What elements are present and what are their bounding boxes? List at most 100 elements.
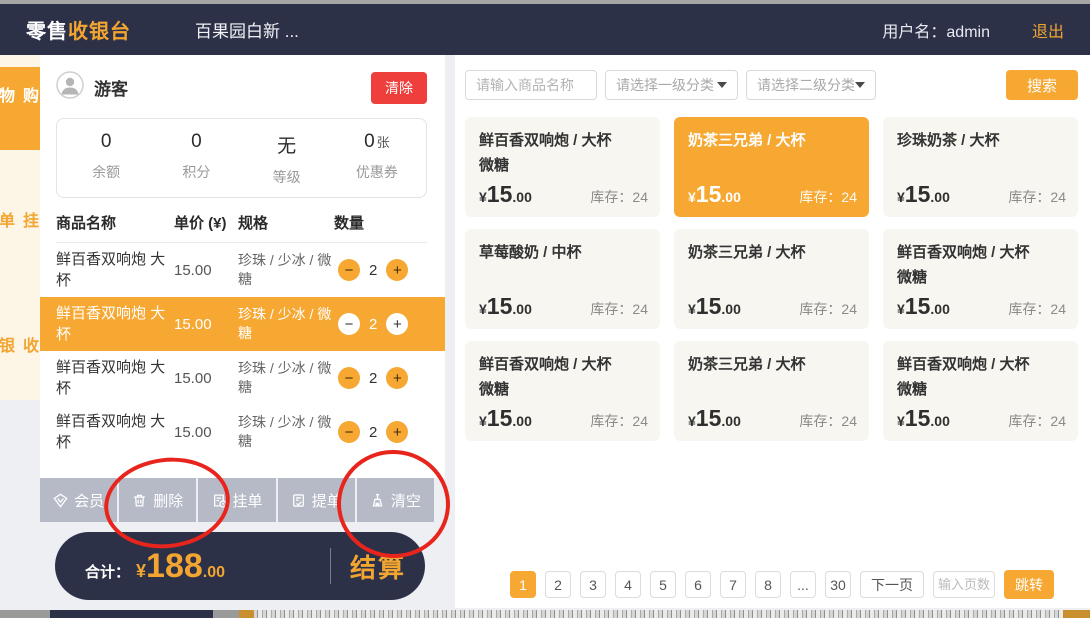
col-quantity: 数量 bbox=[334, 212, 427, 233]
category1-select[interactable]: 请选择一级分类 bbox=[605, 70, 738, 100]
stock-info: 库存：24 bbox=[799, 299, 857, 319]
page-button-2[interactable]: 2 bbox=[545, 571, 571, 598]
username: 用户名：admin bbox=[882, 18, 990, 42]
page-button-6[interactable]: 6 bbox=[685, 571, 711, 598]
stat-balance-label: 余额 bbox=[61, 162, 151, 182]
empty-cart-button[interactable]: 清空 bbox=[357, 478, 434, 522]
cart-row[interactable]: 鲜百香双响炮 大杯 15.00 珍珠 / 少冰 / 微糖 − 2 + bbox=[56, 405, 427, 459]
product-card[interactable]: 鲜百香双响炮 / 大杯 微糖 ¥15.00 库存：24 bbox=[883, 229, 1078, 329]
page-button-30[interactable]: 30 bbox=[825, 571, 851, 598]
cart-item-spec: 珍珠 / 少冰 / 微糖 bbox=[238, 413, 334, 451]
plus-icon[interactable]: + bbox=[386, 421, 408, 443]
page-number-input[interactable] bbox=[933, 571, 995, 598]
sidebar-tab-shopping[interactable]: 购物区 bbox=[0, 67, 40, 150]
minus-icon[interactable]: − bbox=[338, 421, 360, 443]
product-card[interactable]: 草莓酸奶 / 中杯 ¥15.00 库存：24 bbox=[465, 229, 660, 329]
total-decimal: .00 bbox=[203, 564, 225, 582]
product-title: 草莓酸奶 / 中杯 bbox=[479, 241, 646, 266]
product-title-line2: 微糖 bbox=[479, 154, 646, 179]
quantity-stepper: − 2 + bbox=[334, 421, 427, 443]
cart-panel: 游客 清除 0 余额 0 积分 无 等级 0张 优惠券 bbox=[40, 55, 445, 478]
product-title: 珍珠奶茶 / 大杯 bbox=[897, 129, 1064, 154]
hold-order-button[interactable]: 挂单 bbox=[198, 478, 275, 522]
currency-symbol: ¥ bbox=[136, 561, 146, 582]
col-unit-price: 单价 (¥) bbox=[174, 212, 238, 233]
quantity-value: 2 bbox=[369, 370, 377, 387]
product-name-input[interactable] bbox=[465, 70, 597, 100]
header-bar: 零售收银台 百果园白新 ... 用户名：admin 退出 bbox=[0, 4, 1090, 55]
minus-icon[interactable]: − bbox=[338, 367, 360, 389]
quantity-value: 2 bbox=[369, 424, 377, 441]
total-label: 合计： bbox=[85, 561, 130, 582]
page-button-ellipsis[interactable]: ... bbox=[790, 571, 816, 598]
stat-points: 0 积分 bbox=[151, 131, 241, 187]
sidebar-tab-held-orders[interactable]: 挂单区 bbox=[0, 192, 40, 275]
cart-item-spec: 珍珠 / 少冰 / 微糖 bbox=[238, 359, 334, 397]
page-button-3[interactable]: 3 bbox=[580, 571, 606, 598]
chevron-down-icon bbox=[855, 82, 865, 88]
member-stats: 0 余额 0 积分 无 等级 0张 优惠券 bbox=[56, 118, 427, 198]
clear-member-button[interactable]: 清除 bbox=[371, 72, 427, 104]
page-button-7[interactable]: 7 bbox=[720, 571, 746, 598]
product-card[interactable]: 鲜百香双响炮 / 大杯 微糖 ¥15.00 库存：24 bbox=[465, 341, 660, 441]
cart-item-price: 15.00 bbox=[174, 316, 238, 333]
stock-info: 库存：24 bbox=[799, 187, 857, 207]
app-title-accent: 收银台 bbox=[68, 21, 131, 43]
product-card[interactable]: 鲜百香双响炮 / 大杯 微糖 ¥15.00 库存：24 bbox=[883, 341, 1078, 441]
username-value: admin bbox=[946, 24, 990, 41]
broom-icon bbox=[370, 493, 385, 508]
product-card-selected[interactable]: 奶茶三兄弟 / 大杯 ¥15.00 库存：24 bbox=[674, 117, 869, 217]
cart-row[interactable]: 鲜百香双响炮 大杯 15.00 珍珠 / 少冰 / 微糖 − 2 + bbox=[56, 243, 427, 297]
quantity-value: 2 bbox=[369, 262, 377, 279]
product-title: 鲜百香双响炮 / 大杯 bbox=[897, 353, 1064, 378]
product-card[interactable]: 珍珠奶茶 / 大杯 ¥15.00 库存：24 bbox=[883, 117, 1078, 217]
cart-action-bar: 会员 删除 挂单 bbox=[40, 478, 434, 522]
pos-screen: 零售收银台 百果园白新 ... 用户名：admin 退出 购物区 挂单区 收银台 bbox=[0, 0, 1090, 618]
page-button-4[interactable]: 4 bbox=[615, 571, 641, 598]
product-panel: 请选择一级分类 请选择二级分类 搜索 鲜百香双响炮 / 大杯 微糖 ¥15.00… bbox=[455, 55, 1090, 608]
diamond-icon bbox=[53, 493, 68, 508]
stat-points-label: 积分 bbox=[151, 162, 241, 182]
cart-row-selected[interactable]: 鲜百香双响炮 大杯 15.00 珍珠 / 少冰 / 微糖 − 2 + bbox=[40, 297, 445, 351]
sidebar-tab-cashier[interactable]: 收银台 bbox=[0, 317, 40, 400]
minus-icon[interactable]: − bbox=[338, 259, 360, 281]
customer-name: 游客 bbox=[94, 75, 128, 100]
page-button-8[interactable]: 8 bbox=[755, 571, 781, 598]
col-product-name: 商品名称 bbox=[56, 212, 174, 233]
product-title: 鲜百香双响炮 / 大杯 bbox=[897, 241, 1064, 266]
minus-icon[interactable]: − bbox=[338, 313, 360, 335]
cart-row[interactable]: 鲜百香双响炮 大杯 15.00 珍珠 / 少冰 / 微糖 − 2 + bbox=[56, 351, 427, 405]
product-grid: 鲜百香双响炮 / 大杯 微糖 ¥15.00 库存：24 奶茶三兄弟 / 大杯 ¥… bbox=[465, 117, 1078, 441]
plus-icon[interactable]: + bbox=[386, 313, 408, 335]
cart-item-price: 15.00 bbox=[174, 424, 238, 441]
jump-button[interactable]: 跳转 bbox=[1004, 570, 1054, 599]
member-button[interactable]: 会员 bbox=[40, 478, 117, 522]
retrieve-order-button[interactable]: 提单 bbox=[278, 478, 355, 522]
plus-icon[interactable]: + bbox=[386, 259, 408, 281]
total-integer: 188 bbox=[146, 547, 203, 586]
main-area: 购物区 挂单区 收银台 游客 清除 0 余额 bbox=[0, 55, 1090, 618]
stat-points-value: 0 bbox=[151, 131, 241, 153]
category2-select[interactable]: 请选择二级分类 bbox=[746, 70, 876, 100]
stat-level-label: 等级 bbox=[242, 167, 332, 187]
product-card[interactable]: 奶茶三兄弟 / 大杯 ¥15.00 库存：24 bbox=[674, 229, 869, 329]
delete-button[interactable]: 删除 bbox=[119, 478, 196, 522]
col-spec: 规格 bbox=[238, 212, 334, 233]
plus-icon[interactable]: + bbox=[386, 367, 408, 389]
checkout-button[interactable]: 结算 bbox=[331, 548, 425, 585]
chevron-down-icon bbox=[717, 82, 727, 88]
logout-link[interactable]: 退出 bbox=[1032, 18, 1064, 42]
product-card[interactable]: 奶茶三兄弟 / 大杯 ¥15.00 库存：24 bbox=[674, 341, 869, 441]
page-button-5[interactable]: 5 bbox=[650, 571, 676, 598]
page-button-1[interactable]: 1 bbox=[510, 571, 536, 598]
total-bar: 合计： ¥ 188 .00 结算 bbox=[55, 532, 425, 600]
app-title-plain: 零售 bbox=[26, 21, 68, 43]
search-button[interactable]: 搜索 bbox=[1006, 70, 1078, 100]
cart-item-name: 鲜百香双响炮 大杯 bbox=[56, 411, 174, 453]
search-bar: 请选择一级分类 请选择二级分类 搜索 bbox=[465, 70, 1078, 100]
sidebar: 购物区 挂单区 收银台 bbox=[0, 55, 40, 400]
next-page-button[interactable]: 下一页 bbox=[860, 571, 924, 598]
product-title: 奶茶三兄弟 / 大杯 bbox=[688, 129, 855, 154]
stat-balance: 0 余额 bbox=[61, 131, 151, 187]
product-card[interactable]: 鲜百香双响炮 / 大杯 微糖 ¥15.00 库存：24 bbox=[465, 117, 660, 217]
